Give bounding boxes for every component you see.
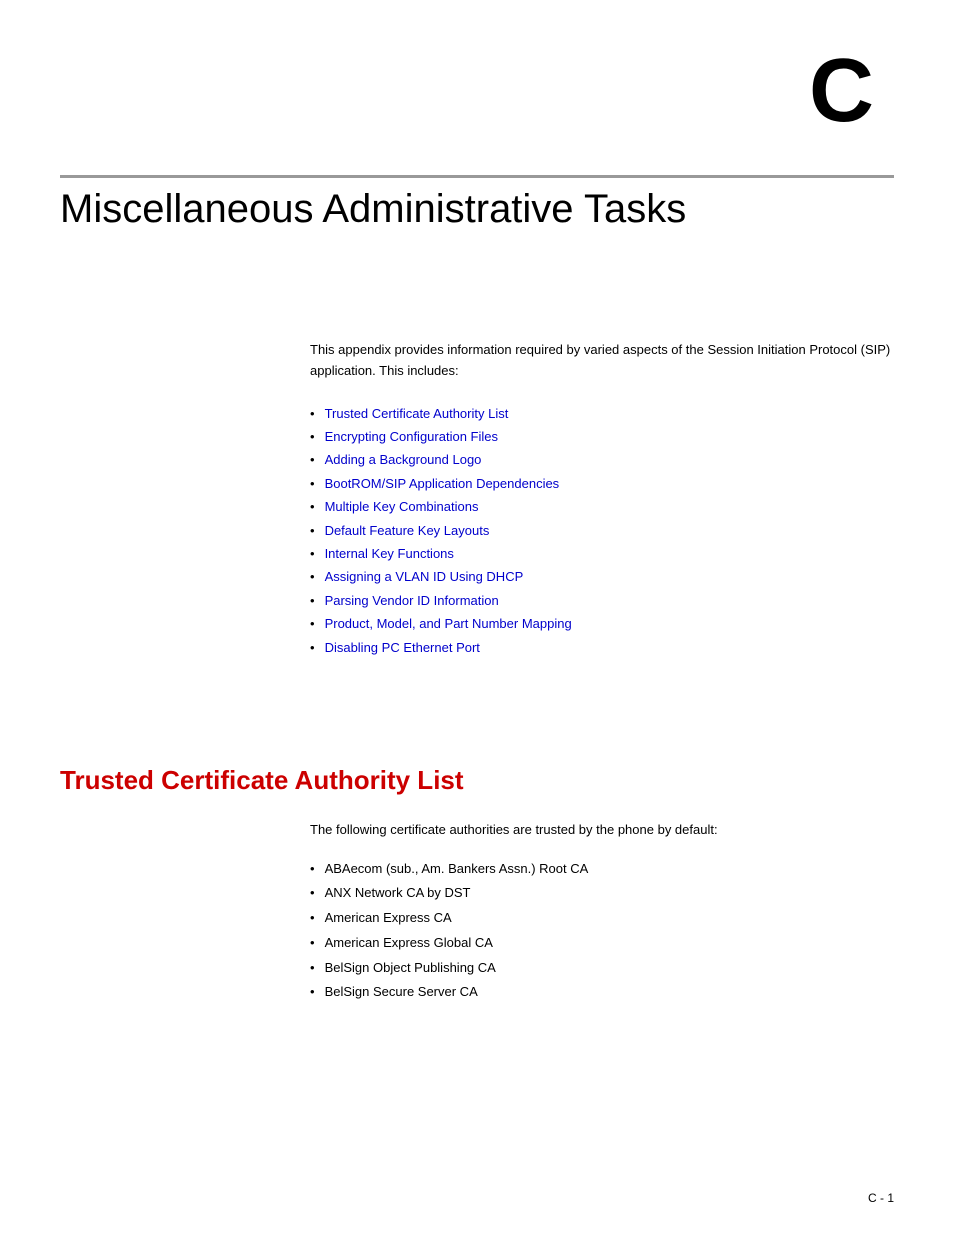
toc-list-item: Default Feature Key Layouts (310, 519, 894, 542)
cert-list-item: BelSign Secure Server CA (310, 980, 894, 1005)
divider-line (60, 175, 894, 178)
toc-list-item: Internal Key Functions (310, 542, 894, 565)
cert-item-text-4: American Express Global CA (325, 931, 493, 956)
toc-list-item: Adding a Background Logo (310, 448, 894, 471)
toc-link-10[interactable]: Product, Model, and Part Number Mapping (325, 612, 572, 635)
cert-list-item: American Express CA (310, 906, 894, 931)
toc-link-3[interactable]: Adding a Background Logo (325, 448, 482, 471)
page-number: C - 1 (868, 1191, 894, 1205)
intro-paragraph: This appendix provides information requi… (310, 340, 894, 382)
toc-link-6[interactable]: Default Feature Key Layouts (325, 519, 490, 542)
toc-link-8[interactable]: Assigning a VLAN ID Using DHCP (325, 565, 524, 588)
toc-list: Trusted Certificate Authority List Encry… (310, 402, 894, 659)
toc-link-1[interactable]: Trusted Certificate Authority List (325, 402, 509, 425)
section-heading: Trusted Certificate Authority List (60, 765, 894, 796)
cert-item-text-6: BelSign Secure Server CA (325, 980, 478, 1005)
toc-list-item: Trusted Certificate Authority List (310, 402, 894, 425)
toc-link-2[interactable]: Encrypting Configuration Files (325, 425, 498, 448)
cert-list-item: American Express Global CA (310, 931, 894, 956)
section-intro: The following certificate authorities ar… (310, 820, 894, 841)
chapter-letter: C (809, 40, 874, 143)
toc-link-4[interactable]: BootROM/SIP Application Dependencies (325, 472, 560, 495)
toc-link-5[interactable]: Multiple Key Combinations (325, 495, 479, 518)
toc-list-item: Encrypting Configuration Files (310, 425, 894, 448)
toc-list-item: Product, Model, and Part Number Mapping (310, 612, 894, 635)
cert-list-item: BelSign Object Publishing CA (310, 956, 894, 981)
toc-link-7[interactable]: Internal Key Functions (325, 542, 454, 565)
section-content: The following certificate authorities ar… (310, 820, 894, 1005)
cert-list-item: ABAecom (sub., Am. Bankers Assn.) Root C… (310, 857, 894, 882)
cert-item-text-3: American Express CA (325, 906, 452, 931)
toc-list-item: BootROM/SIP Application Dependencies (310, 472, 894, 495)
toc-list-item: Disabling PC Ethernet Port (310, 636, 894, 659)
toc-link-11[interactable]: Disabling PC Ethernet Port (325, 636, 480, 659)
toc-list-item: Multiple Key Combinations (310, 495, 894, 518)
page-container: C Miscellaneous Administrative Tasks Thi… (0, 0, 954, 1235)
toc-link-9[interactable]: Parsing Vendor ID Information (325, 589, 499, 612)
cert-list: ABAecom (sub., Am. Bankers Assn.) Root C… (310, 857, 894, 1005)
cert-item-text-2: ANX Network CA by DST (325, 881, 471, 906)
chapter-title: Miscellaneous Administrative Tasks (60, 185, 894, 233)
cert-list-item: ANX Network CA by DST (310, 881, 894, 906)
cert-item-text-1: ABAecom (sub., Am. Bankers Assn.) Root C… (325, 857, 589, 882)
toc-list-item: Parsing Vendor ID Information (310, 589, 894, 612)
toc-list-item: Assigning a VLAN ID Using DHCP (310, 565, 894, 588)
cert-item-text-5: BelSign Object Publishing CA (325, 956, 496, 981)
main-content: This appendix provides information requi… (310, 340, 894, 689)
